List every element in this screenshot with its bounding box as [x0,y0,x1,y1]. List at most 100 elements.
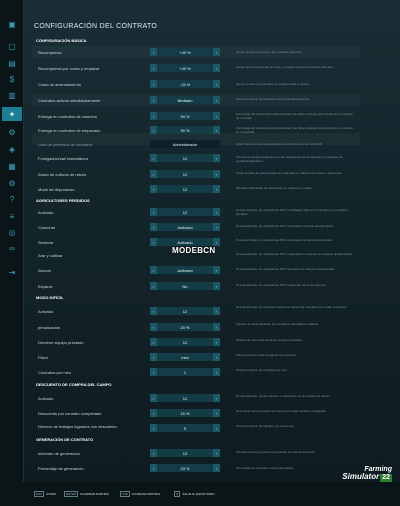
vehicles-icon[interactable]: ▦ [4,160,20,172]
animals-icon[interactable]: ◈ [4,143,20,155]
sow-stepper[interactable]: ‹ Activado › [150,238,220,246]
row-description: Quién tiene permiso para gestionar los c… [236,142,322,146]
increase-button[interactable]: › [213,48,220,56]
row-description: Descuento sobre el precio del campo por … [236,409,327,413]
reward-stepper[interactable]: ‹ +40 % › [150,48,220,56]
increase-button[interactable]: › [213,394,220,402]
lost-farmers-enabled-stepper[interactable]: ‹ 12 › [150,208,220,216]
save-game-button-2[interactable]: TAB GUARDAR PARTIDA [120,491,160,497]
increase-button[interactable]: › [213,112,220,120]
decrease-button[interactable]: ‹ [150,282,157,290]
decrease-button[interactable]: ‹ [150,126,157,134]
contracts-per-month-stepper[interactable]: ‹ 1 › [150,368,220,376]
fertilize-stepper[interactable]: ‹ Activado › [150,266,220,274]
decrease-button[interactable]: ‹ [150,185,157,193]
decrease-button[interactable]: ‹ [150,64,157,72]
calendar-icon[interactable]: ▤ [4,57,20,69]
increase-button[interactable]: › [213,238,220,246]
increase-button[interactable]: › [213,96,220,104]
row-description: Si está activado, los agricultores NPC s… [236,238,332,242]
row-label: Arado de cultivos de raíces [38,172,87,177]
increase-button[interactable]: › [213,170,220,178]
discount-per-contract-stepper[interactable]: ‹ 15 % › [150,409,220,417]
map-icon[interactable]: ▢ [4,40,20,52]
stats-icon[interactable]: ▥ [4,89,20,101]
discount-jobs-stepper[interactable]: ‹ 5 › [150,424,220,432]
generation-percent-stepper[interactable]: ‹ 23 % › [150,464,220,472]
instant-fertilize-stepper[interactable]: ‹ 12 › [150,154,220,162]
increase-button[interactable]: › [213,449,220,457]
decrease-button[interactable]: ‹ [150,323,157,331]
increase-button[interactable]: › [213,154,220,162]
decrease-button[interactable]: ‹ [150,266,157,274]
increase-button[interactable]: › [213,424,220,432]
money-icon[interactable]: $ [4,73,20,85]
generation-interval-stepper[interactable]: ‹ 13 › [150,449,220,457]
decrease-button[interactable]: ‹ [150,96,157,104]
decrease-button[interactable]: ‹ [150,208,157,216]
decrease-button[interactable]: ‹ [150,112,157,120]
controls-icon[interactable]: ≡ [4,210,20,222]
decrease-button[interactable]: ‹ [150,48,157,56]
spread-stepper[interactable]: ‹ No › [150,282,220,290]
increase-button[interactable]: › [213,64,220,72]
production-icon[interactable]: ⚙ [4,126,20,138]
row-description: Permite la siembra instantánea o las ope… [236,155,343,163]
increase-button[interactable]: › [213,338,220,346]
return-equipment-stepper[interactable]: ‹ 12 › [150,338,220,346]
decrease-button[interactable]: ‹ [150,368,157,376]
decrease-button[interactable]: ‹ [150,464,157,472]
quit-to-desktop-button[interactable]: Q SALIR AL ESCRITORIO [174,491,215,497]
link-icon[interactable]: ∞ [4,242,20,254]
exit-icon[interactable]: ⇥ [4,266,20,278]
decrease-button[interactable]: ‹ [150,409,157,417]
decrease-button[interactable]: ‹ [150,338,157,346]
decrease-button[interactable]: ‹ [150,223,157,231]
increase-button[interactable]: › [213,409,220,417]
decrease-button[interactable]: ‹ [150,394,157,402]
increase-button[interactable]: › [213,266,220,274]
bale-delivery-stepper[interactable]: ‹ 90 % › [150,126,220,134]
back-button[interactable]: ESC ATRÁS [34,491,56,497]
increase-button[interactable]: › [213,126,220,134]
row-description: Si está activado, los agricultores NPC p… [236,252,353,256]
decrease-button[interactable]: ‹ [150,154,157,162]
harvest-delivery-stepper[interactable]: ‹ 94 % › [150,112,220,120]
increase-button[interactable]: › [213,223,220,231]
harvest-stepper[interactable]: ‹ Activado › [150,223,220,231]
penalty-stepper[interactable]: ‹ 20 % › [150,323,220,331]
save-game-button[interactable]: ENTER GUARDAR PARTIDA [64,491,109,497]
permissions-stepper[interactable]: Administrador [150,140,220,148]
increase-button[interactable]: › [213,208,220,216]
increase-button[interactable]: › [213,307,220,315]
lease-cost-stepper[interactable]: ‹ -15 % › [150,80,220,88]
increase-button[interactable]: › [213,80,220,88]
deadline-stepper[interactable]: ‹ mes › [150,353,220,361]
decrease-button[interactable]: ‹ [150,449,157,457]
contracts-icon[interactable]: ✦ [2,107,22,121]
decrease-button[interactable]: ‹ [150,424,157,432]
settings-icon[interactable]: ⚙ [4,177,20,189]
multiplayer-icon[interactable]: ◎ [4,226,20,238]
hard-mode-stepper[interactable]: ‹ 12 › [150,307,220,315]
tractor-icon[interactable]: ▣ [4,18,20,30]
mow-bale-reward-stepper[interactable]: ‹ +40 % › [150,64,220,72]
decrease-button[interactable]: ‹ [150,353,157,361]
increase-button[interactable]: › [213,464,220,472]
increase-button[interactable]: › [213,282,220,290]
increase-button[interactable]: › [213,185,220,193]
root-crop-plow-stepper[interactable]: ‹ 12 › [150,170,220,178]
increase-button[interactable]: › [213,323,220,331]
row-label: Activado [38,210,54,215]
increase-button[interactable]: › [213,368,220,376]
help-icon[interactable]: ? [4,193,20,205]
discount-enabled-stepper[interactable]: ‹ 12 › [150,394,220,402]
debug-mode-stepper[interactable]: ‹ 12 › [150,185,220,193]
increase-button[interactable]: › [213,353,220,361]
section-title: GENERACIÓN DE CONTRATO [36,437,94,442]
decrease-button[interactable]: ‹ [150,307,157,315]
active-contracts-stepper[interactable]: ‹ Ilimitado › [150,96,220,104]
decrease-button[interactable]: ‹ [150,170,157,178]
decrease-button[interactable]: ‹ [150,80,157,88]
decrease-button[interactable]: ‹ [150,238,157,246]
